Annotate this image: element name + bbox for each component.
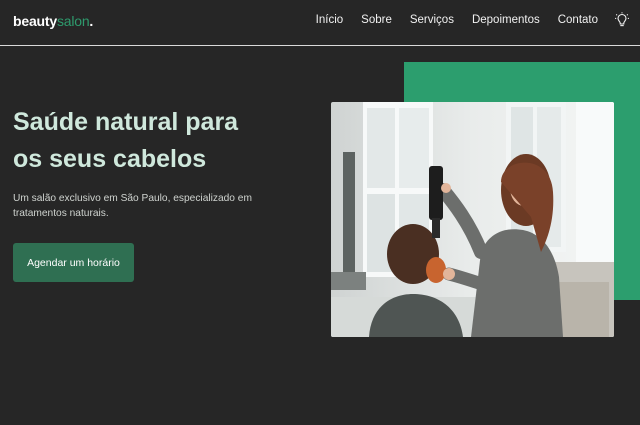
hero-subtitle: Um salão exclusivo em São Paulo, especia… <box>13 191 253 221</box>
brand-logo[interactable]: beautysalon. <box>13 13 93 29</box>
hero-title-line-1: Saúde natural para <box>13 108 239 136</box>
hero-photo <box>331 102 614 337</box>
nav-link-sobre[interactable]: Sobre <box>361 14 392 26</box>
main-nav: Início Sobre Serviços Depoimentos Contat… <box>316 14 598 26</box>
hero-title-line-2: os seus cabelos <box>13 145 207 173</box>
salon-photo-illustration <box>331 102 614 337</box>
hero-subtitle-line-2: tratamentos naturais. <box>13 208 109 219</box>
site-header: beautysalon. Início Sobre Serviços Depoi… <box>0 0 640 46</box>
theme-toggle-button[interactable] <box>613 11 631 29</box>
brand-dot: . <box>89 13 94 29</box>
hero-subtitle-line-1: Um salão exclusivo em São Paulo, especia… <box>13 193 252 204</box>
nav-link-contato[interactable]: Contato <box>558 14 598 26</box>
lightbulb-icon <box>615 12 629 27</box>
brand-part-2: salon <box>56 13 90 29</box>
brand-part-1: beauty <box>13 13 57 29</box>
nav-link-depoimentos[interactable]: Depoimentos <box>472 14 540 26</box>
hero-title: Saúde natural para os seus cabelos <box>13 104 273 178</box>
nav-link-inicio[interactable]: Início <box>316 14 344 26</box>
nav-link-servicos[interactable]: Serviços <box>410 14 454 26</box>
book-appointment-button[interactable]: Agendar um horário <box>13 243 134 282</box>
